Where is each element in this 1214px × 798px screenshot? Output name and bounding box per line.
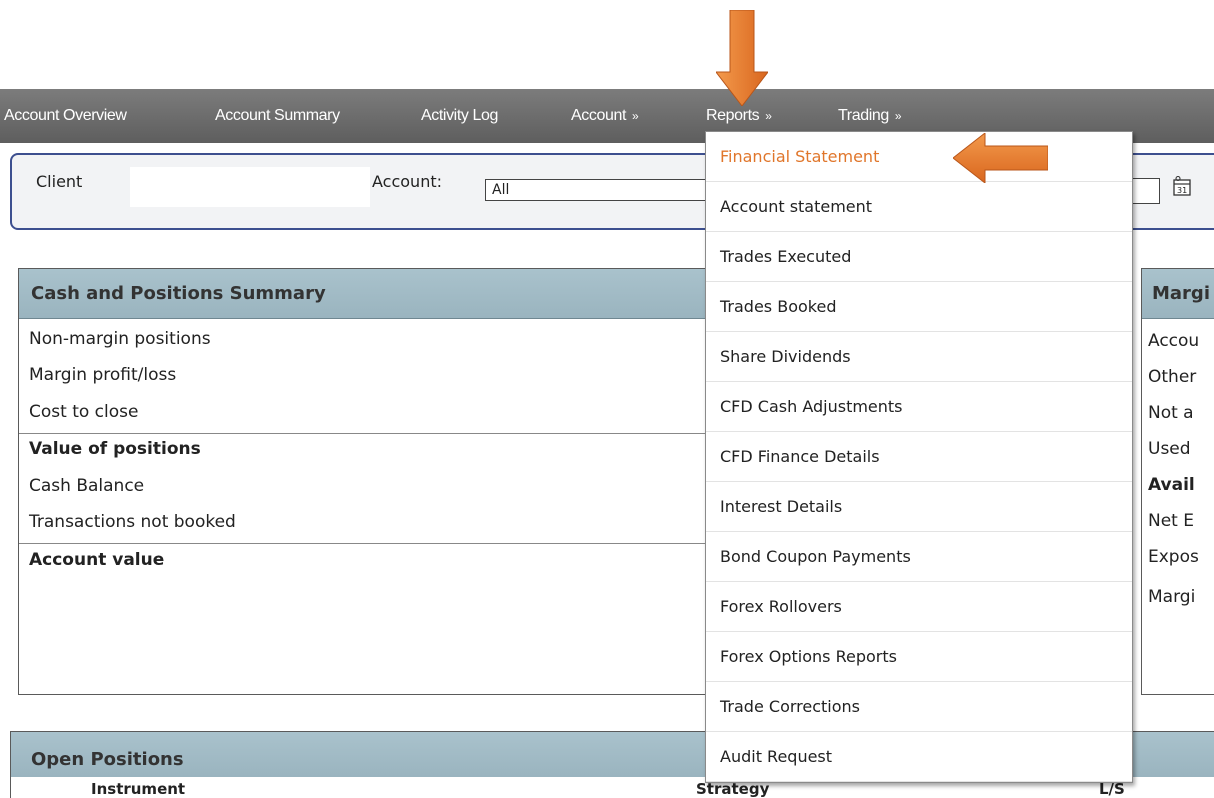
cash-positions-panel: Cash and Positions Summary Non-margin po… bbox=[18, 268, 738, 695]
menu-item-financial-statement[interactable]: Financial Statement bbox=[706, 132, 1132, 182]
margin-row: Accou bbox=[1148, 331, 1200, 351]
nav-account-summary[interactable]: Account Summary bbox=[215, 89, 340, 143]
redacted-client-name bbox=[130, 167, 370, 207]
menu-item-trades-booked[interactable]: Trades Booked bbox=[706, 282, 1132, 332]
nav-label: Trading bbox=[838, 107, 889, 124]
account-label: Account: bbox=[372, 172, 442, 191]
account-select[interactable]: All bbox=[485, 179, 715, 201]
margin-panel: Margi Accou Other Not a Used Avail Net E… bbox=[1141, 268, 1214, 695]
menu-item-forex-rollovers[interactable]: Forex Rollovers bbox=[706, 582, 1132, 632]
nav-label: Account Overview bbox=[4, 107, 127, 124]
margin-row: Margi bbox=[1148, 587, 1196, 607]
nav-account-menu[interactable]: Account » bbox=[571, 89, 639, 143]
menu-item-bond-coupon-payments[interactable]: Bond Coupon Payments bbox=[706, 532, 1132, 582]
panel-title: Margi bbox=[1142, 269, 1214, 319]
menu-item-share-dividends[interactable]: Share Dividends bbox=[706, 332, 1132, 382]
nav-activity-log[interactable]: Activity Log bbox=[421, 89, 498, 143]
calendar-icon-day: 31 bbox=[1177, 186, 1187, 195]
menu-item-forex-options-reports[interactable]: Forex Options Reports bbox=[706, 632, 1132, 682]
column-header-instrument[interactable]: Instrument bbox=[91, 780, 185, 798]
nav-label: Reports bbox=[706, 107, 760, 124]
menu-item-interest-details[interactable]: Interest Details bbox=[706, 482, 1132, 532]
margin-row: Net E bbox=[1148, 511, 1194, 531]
nav-account-overview[interactable]: Account Overview bbox=[4, 89, 127, 143]
nav-label: Activity Log bbox=[421, 107, 499, 124]
summary-row-total: Account value bbox=[29, 550, 165, 570]
nav-label: Account Summary bbox=[215, 107, 340, 124]
annotation-arrow-left-icon bbox=[953, 133, 1048, 183]
chevron-down-icon: » bbox=[894, 109, 902, 123]
margin-row: Not a bbox=[1148, 403, 1194, 423]
summary-row: Non-margin positions bbox=[29, 329, 211, 349]
summary-row: Cost to close bbox=[29, 402, 139, 422]
divider bbox=[19, 433, 719, 434]
annotation-arrow-down-icon bbox=[716, 10, 768, 106]
margin-row: Expos bbox=[1148, 547, 1199, 567]
margin-row: Used bbox=[1148, 439, 1191, 459]
menu-item-trades-executed[interactable]: Trades Executed bbox=[706, 232, 1132, 282]
summary-row: Transactions not booked bbox=[29, 512, 236, 532]
chevron-down-icon: » bbox=[765, 109, 772, 123]
panel-title: Cash and Positions Summary bbox=[19, 269, 737, 319]
menu-item-cfd-finance-details[interactable]: CFD Finance Details bbox=[706, 432, 1132, 482]
margin-row: Other bbox=[1148, 367, 1197, 387]
summary-row: Margin profit/loss bbox=[29, 365, 177, 385]
divider bbox=[19, 543, 719, 544]
summary-row: Cash Balance bbox=[29, 476, 145, 496]
summary-row-total: Value of positions bbox=[29, 439, 201, 459]
reports-dropdown-menu: Financial Statement Account statement Tr… bbox=[705, 131, 1133, 783]
chevron-down-icon: » bbox=[632, 109, 639, 123]
margin-row-total: Avail bbox=[1148, 475, 1195, 495]
menu-item-audit-request[interactable]: Audit Request bbox=[706, 732, 1132, 782]
calendar-icon[interactable]: 31 bbox=[1172, 175, 1192, 197]
menu-item-account-statement[interactable]: Account statement bbox=[706, 182, 1132, 232]
nav-label: Account bbox=[571, 107, 627, 124]
client-label: Client bbox=[36, 172, 83, 191]
menu-item-cfd-cash-adjustments[interactable]: CFD Cash Adjustments bbox=[706, 382, 1132, 432]
menu-item-trade-corrections[interactable]: Trade Corrections bbox=[706, 682, 1132, 732]
